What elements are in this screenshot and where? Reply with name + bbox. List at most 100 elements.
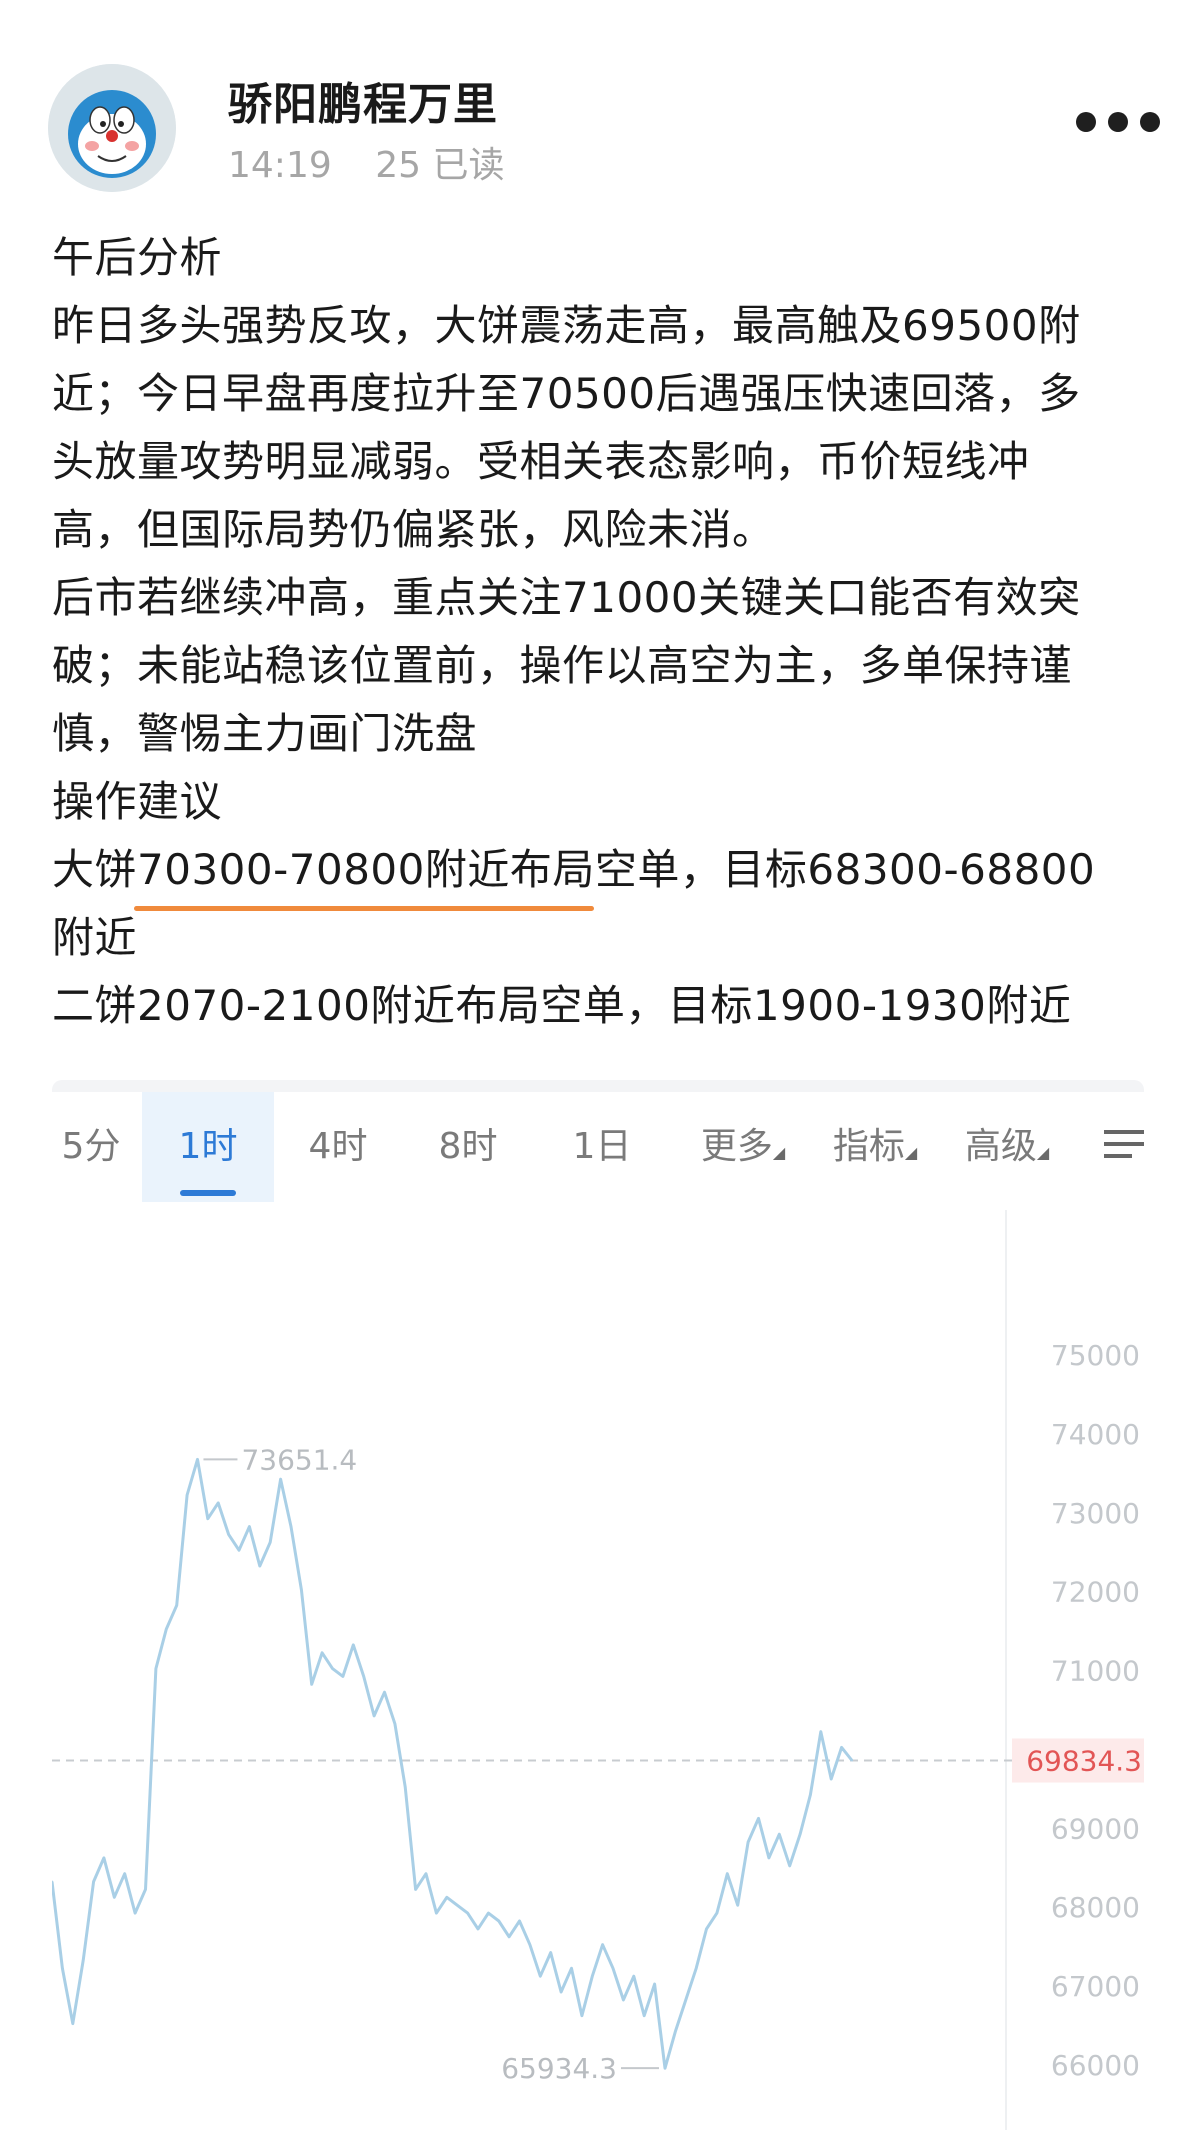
price-point <box>248 1525 251 1528</box>
price-point <box>175 1604 178 1607</box>
price-point <box>393 1722 396 1725</box>
current-price-label: 69834.3 <box>1026 1745 1142 1778</box>
post-line: 大饼70300-70800附近布局空单，目标68300-68800 <box>52 845 1096 894</box>
price-point <box>341 1675 344 1678</box>
price-point <box>570 1967 573 1970</box>
price-point <box>830 1778 833 1780</box>
price-point <box>134 1912 137 1915</box>
price-point <box>767 1856 770 1859</box>
price-point <box>851 1759 853 1762</box>
y-tick-label: 67000 <box>1051 1970 1140 2003</box>
price-point <box>144 1888 147 1891</box>
post-line: 二饼2070-2100附近布局空单，目标1900-1930附近 <box>52 981 1072 1030</box>
price-point <box>497 1920 500 1922</box>
price-point <box>300 1588 303 1591</box>
price-point <box>736 1904 739 1907</box>
kline-chart-card: 5分 1时 4时 8时 1日 更多◢ 指标◢ 高级◢ 75000 74000 730… <box>52 1080 1144 2130</box>
price-point <box>227 1533 230 1536</box>
y-tick-label: 66000 <box>1051 2049 1140 2082</box>
price-point <box>289 1525 292 1528</box>
price-point <box>476 1927 479 1930</box>
price-point <box>154 1667 157 1670</box>
price-point <box>352 1643 355 1646</box>
author-name[interactable]: 骄阳鹏程万里 <box>228 68 498 132</box>
price-point <box>580 2014 583 2017</box>
y-tick-label: 75000 <box>1051 1339 1140 1372</box>
price-point <box>373 1714 376 1717</box>
price-point <box>653 1983 656 1986</box>
post-time: 14:19 <box>228 145 332 186</box>
post-line: 破；未能站稳该位置前，操作以高空为主，多单保持谨 <box>52 641 1073 690</box>
price-point <box>663 2067 666 2070</box>
price-line-series <box>52 1457 854 2070</box>
price-point <box>674 2030 677 2033</box>
price-point <box>539 1975 542 1978</box>
post-line: 高，但国际局势仍偏紧张，风险未消。 <box>52 505 775 554</box>
post-body: 午后分析 昨日多头强势反攻，大饼震荡走高，最高触及69500附 近；今日早盘再度… <box>52 224 1152 1040</box>
price-point <box>622 1998 625 2001</box>
price-point <box>383 1691 386 1694</box>
price-line-chart: 75000 74000 73000 72000 71000 69000 68000 67000… <box>52 1210 1144 2130</box>
price-point <box>82 1959 85 1962</box>
price-point <box>269 1541 272 1544</box>
price-point <box>71 2022 74 2025</box>
price-point <box>757 1817 760 1820</box>
price-point <box>508 1935 511 1938</box>
price-point <box>684 1998 687 2001</box>
price-point <box>362 1675 365 1678</box>
post-line: 昨日多头强势反攻，大饼震荡走高，最高触及69500附 <box>52 301 1081 350</box>
post-line: 操作建议 <box>52 777 223 826</box>
price-point <box>113 1896 116 1899</box>
price-point <box>799 1833 802 1836</box>
price-point <box>258 1565 261 1567</box>
y-tick-label: 71000 <box>1051 1655 1140 1688</box>
price-point <box>840 1746 843 1749</box>
price-point <box>601 1943 604 1946</box>
price-point <box>715 1912 718 1915</box>
price-point <box>819 1730 822 1733</box>
price-point <box>643 2014 646 2017</box>
price-point <box>435 1912 438 1915</box>
price-point <box>695 1967 698 1970</box>
post-line: 午后分析 <box>52 233 223 282</box>
price-point <box>445 1896 448 1899</box>
doraemon-avatar[interactable] <box>48 64 176 192</box>
price-point <box>487 1912 490 1915</box>
price-point <box>788 1864 791 1867</box>
post-line: 附近 <box>52 913 138 962</box>
price-point <box>747 1841 750 1844</box>
price-point <box>404 1785 407 1788</box>
price-point <box>466 1912 469 1915</box>
price-point <box>186 1494 189 1496</box>
more-dots-icon[interactable] <box>1076 112 1184 148</box>
price-point <box>778 1833 781 1836</box>
price-point <box>528 1943 531 1946</box>
post-meta: 14:19 25 已读 <box>228 136 536 188</box>
y-tick-label: 72000 <box>1051 1576 1140 1609</box>
read-count: 25 已读 <box>375 145 505 186</box>
price-point <box>61 1967 64 1970</box>
price-point <box>518 1920 521 1922</box>
min-price-label: 65934.3 <box>501 2052 617 2085</box>
price-point <box>560 1991 563 1993</box>
price-point <box>165 1628 168 1631</box>
price-point <box>591 1975 594 1978</box>
y-tick-label: 68000 <box>1051 1891 1140 1924</box>
highlight-underline <box>134 906 594 911</box>
post-header: 骄阳鹏程万里 14:19 25 已读 <box>0 0 1184 200</box>
price-point <box>102 1856 105 1859</box>
price-point <box>238 1549 241 1552</box>
price-point <box>92 1880 95 1883</box>
price-point <box>612 1967 615 1970</box>
price-point <box>705 1927 708 1930</box>
y-tick-label: 73000 <box>1051 1497 1140 1530</box>
price-point <box>549 1951 552 1954</box>
post-line: 头放量攻势明显减弱。受相关表态影响，币价短线冲 <box>52 437 1030 486</box>
price-point <box>456 1904 459 1907</box>
price-point <box>196 1458 199 1461</box>
price-point <box>809 1793 812 1796</box>
post-line: 慎，警惕主力画门洗盘 <box>52 709 478 758</box>
price-point <box>726 1872 729 1875</box>
price-point <box>414 1888 417 1891</box>
price-point <box>310 1683 313 1686</box>
